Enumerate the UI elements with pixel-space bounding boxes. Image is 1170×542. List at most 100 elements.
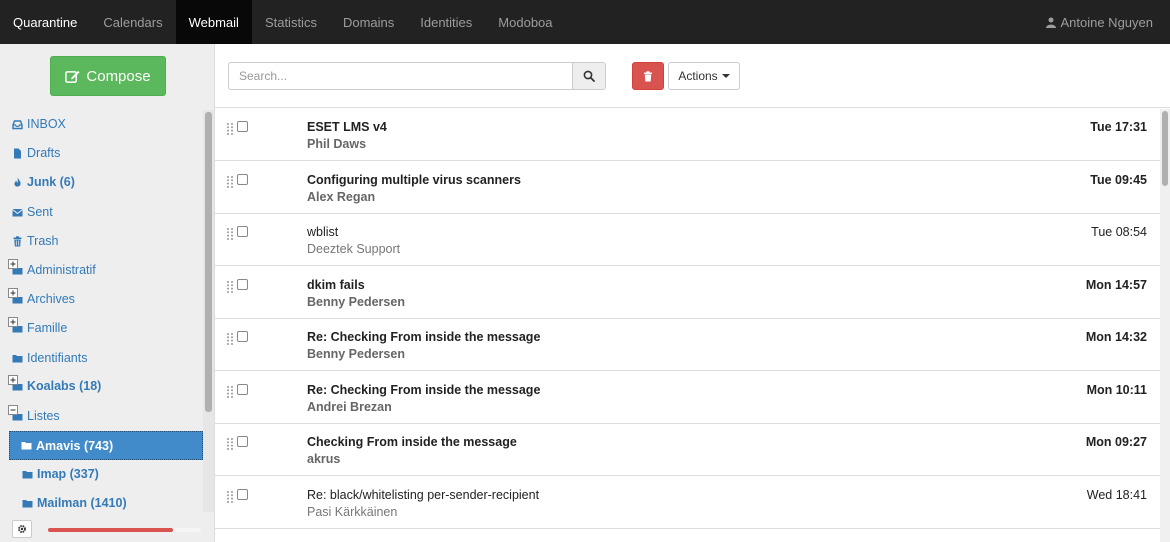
folder-inbox[interactable]: INBOX: [12, 113, 66, 135]
message-checkbox[interactable]: [237, 384, 248, 395]
folder-trash[interactable]: Trash: [12, 230, 59, 252]
message-checkbox[interactable]: [237, 436, 248, 447]
message-date: Tue 08:54: [1091, 225, 1147, 239]
message-subject: Configuring multiple virus scanners: [307, 173, 521, 187]
folder-identifiants[interactable]: Identifiants: [12, 347, 87, 369]
drag-handle-icon[interactable]: [226, 175, 234, 189]
message-date: Mon 14:57: [1085, 278, 1147, 292]
search-button[interactable]: [572, 62, 606, 90]
message-subject: Re: Checking From inside the message: [307, 330, 541, 344]
actions-dropdown[interactable]: Actions: [668, 62, 740, 90]
message-list-scrollbar-thumb[interactable]: [1162, 111, 1168, 186]
message-checkbox[interactable]: [237, 174, 248, 185]
folder-label: Trash: [27, 234, 59, 248]
message-date: Mon 09:27: [1085, 435, 1147, 449]
message-row[interactable]: Configuring multiple virus scanners Alex …: [215, 162, 1160, 214]
sidebar-scrollbar-thumb[interactable]: [205, 112, 212, 412]
message-list-scrollbar[interactable]: [1160, 109, 1170, 542]
folder-koalabs[interactable]: Koalabs (18): [8, 375, 102, 397]
message-row[interactable]: Re: Checking From inside the message Andr…: [215, 372, 1160, 424]
message-date: Tue 17:31: [1090, 120, 1147, 134]
message-row[interactable]: Re: Checking From inside the message Benn…: [215, 319, 1160, 371]
folder-mailman[interactable]: Mailman (1410): [22, 492, 127, 512]
message-row[interactable]: ESET LMS v4 Phil Daws Tue 17:31: [215, 109, 1160, 161]
drag-handle-icon[interactable]: [226, 332, 234, 346]
user-menu[interactable]: Antoine Nguyen: [1046, 0, 1170, 44]
folder-drafts[interactable]: Drafts: [12, 142, 60, 164]
message-row[interactable]: wblist Deeztek Support Tue 08:54: [215, 214, 1160, 266]
folder-label: Amavis (743): [36, 438, 114, 453]
folder-label: Identifiants: [27, 351, 88, 365]
search-input[interactable]: [228, 62, 573, 90]
folder-junk[interactable]: Junk (6): [12, 171, 75, 193]
folder-archives[interactable]: Archives: [8, 288, 75, 310]
folder-label: Drafts: [27, 146, 61, 160]
expand-icon[interactable]: [8, 317, 18, 327]
folder-imap[interactable]: Imap (337): [22, 463, 99, 485]
message-sender: Benny Pedersen: [307, 347, 405, 361]
message-sender: Pasi Kärkkäinen: [307, 505, 398, 519]
message-sender: Deeztek Support: [307, 242, 401, 256]
drag-handle-icon[interactable]: [226, 280, 234, 294]
drag-handle-icon[interactable]: [226, 385, 234, 399]
envelope-icon: [12, 208, 23, 216]
expand-icon[interactable]: [8, 375, 18, 385]
message-checkbox[interactable]: [237, 331, 248, 342]
drag-handle-icon[interactable]: [226, 122, 234, 136]
sidebar: Compose INBOX Drafts Junk (6) Sent Trash…: [0, 44, 215, 542]
message-sender: Andrei Brezan: [307, 400, 392, 414]
drag-handle-icon[interactable]: [226, 437, 234, 451]
settings-button[interactable]: [12, 520, 32, 538]
folder-amavis[interactable]: Amavis (743): [9, 431, 203, 460]
nav-calendars[interactable]: Calendars: [90, 0, 175, 44]
message-checkbox[interactable]: [237, 121, 248, 132]
drag-handle-icon[interactable]: [226, 227, 234, 241]
nav-quarantine[interactable]: Quarantine: [0, 0, 90, 44]
message-subject: dkim fails: [307, 278, 365, 292]
caret-down-icon: [721, 74, 730, 78]
folder-famille[interactable]: Famille: [8, 317, 67, 339]
compose-label: Compose: [86, 67, 151, 85]
nav-webmail[interactable]: Webmail: [175, 0, 252, 44]
folder-listes[interactable]: Listes: [8, 405, 60, 427]
message-row[interactable]: Re: black/whitelisting per-sender-recipi…: [215, 477, 1160, 529]
sidebar-footer: [0, 516, 214, 542]
nav-statistics[interactable]: Statistics: [252, 0, 330, 44]
expand-icon[interactable]: [8, 259, 18, 269]
message-row[interactable]: dkim fails Benny Pedersen Mon 14:57: [215, 267, 1160, 319]
collapse-icon[interactable]: [8, 405, 18, 415]
gear-icon: [18, 525, 26, 533]
folder-sent[interactable]: Sent: [12, 201, 53, 223]
message-checkbox[interactable]: [237, 279, 248, 290]
message-row[interactable]: Checking From inside the message akrus Mon…: [215, 424, 1160, 476]
message-checkbox[interactable]: [237, 489, 248, 500]
message-sender: Phil Daws: [307, 137, 367, 151]
drag-handle-icon[interactable]: [226, 490, 234, 504]
folder-label: Koalabs (18): [27, 379, 102, 393]
folder-label: Listes: [27, 409, 60, 423]
compose-button[interactable]: Compose: [50, 56, 166, 96]
folder-icon: [21, 442, 32, 450]
delete-button[interactable]: [632, 62, 664, 90]
message-date: Mon 10:11: [1086, 383, 1147, 397]
message-subject: wblist: [307, 225, 339, 239]
message-sender: Benny Pedersen: [307, 295, 405, 309]
folder-label: Mailman (1410): [37, 496, 127, 510]
search-icon: [583, 70, 595, 82]
folder-label: Sent: [27, 205, 53, 219]
message-sender: akrus: [307, 452, 341, 466]
nav-identities[interactable]: Identities: [407, 0, 485, 44]
actions-label: Actions: [678, 69, 718, 83]
message-subject: Checking From inside the message: [307, 435, 517, 449]
message-subject: Re: Checking From inside the message: [307, 383, 541, 397]
folder-administratif[interactable]: Administratif: [8, 259, 96, 281]
sidebar-scrollbar[interactable]: [203, 110, 214, 512]
file-icon: [14, 148, 21, 158]
message-date: Wed 18:41: [1086, 488, 1147, 502]
folder-label: Junk (6): [27, 175, 75, 189]
folder-tree: INBOX Drafts Junk (6) Sent Trash Adminis…: [0, 110, 203, 512]
nav-domains[interactable]: Domains: [330, 0, 407, 44]
expand-icon[interactable]: [8, 288, 18, 298]
nav-modoboa[interactable]: Modoboa: [485, 0, 565, 44]
message-checkbox[interactable]: [237, 226, 248, 237]
